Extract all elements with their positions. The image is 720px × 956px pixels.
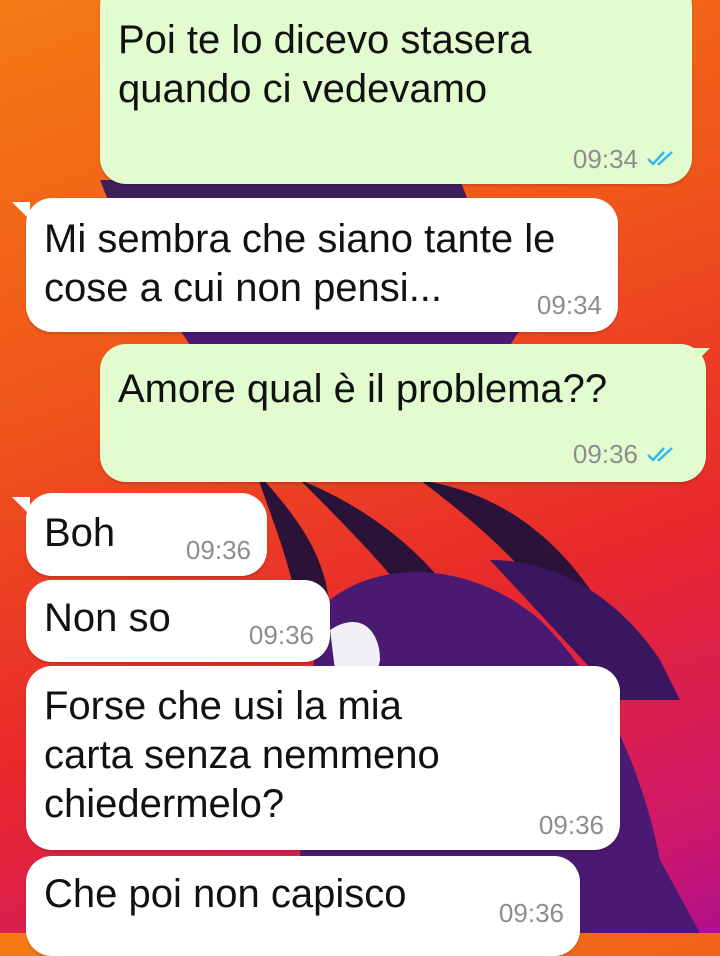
outgoing-message-bubble[interactable]: Poi te lo dicevo stasera quando ci vedev… [100,0,692,184]
message-text: Non so [44,596,171,640]
message-text: Che poi non capisco [44,872,407,916]
outgoing-message-bubble[interactable]: Amore qual è il problema?? 09:36 [100,344,706,482]
message-timestamp: 09:36 [538,810,604,840]
message-timestamp: 09:36 [248,620,314,650]
message-text: Poi te lo dicevo stasera quando ci vedev… [118,18,532,111]
message-text: Amore qual è il problema?? [118,367,608,411]
incoming-message-bubble[interactable]: Che poi non capisco 09:36 [26,856,580,956]
incoming-message-bubble[interactable]: Mi sembra che siano tante le cose a cui … [26,198,618,332]
incoming-message-bubble[interactable]: Forse che usi la mia carta senza nemmeno… [26,666,620,850]
message-timestamp: 09:36 [498,898,564,928]
message-timestamp: 09:34 [536,290,602,320]
message-timestamp: 09:36 [572,439,638,469]
double-check-read-icon [647,151,673,166]
message-timestamp: 09:34 [572,144,638,174]
double-check-read-icon [647,447,673,462]
message-text: Mi sembra che siano tante le cose a cui … [44,217,556,310]
incoming-message-bubble[interactable]: Non so 09:36 [26,580,330,662]
message-text: Forse che usi la mia carta senza nemmeno… [44,684,440,826]
message-text: Boh [44,511,116,555]
incoming-message-bubble[interactable]: Boh 09:36 [26,493,267,576]
message-timestamp: 09:36 [185,535,251,565]
